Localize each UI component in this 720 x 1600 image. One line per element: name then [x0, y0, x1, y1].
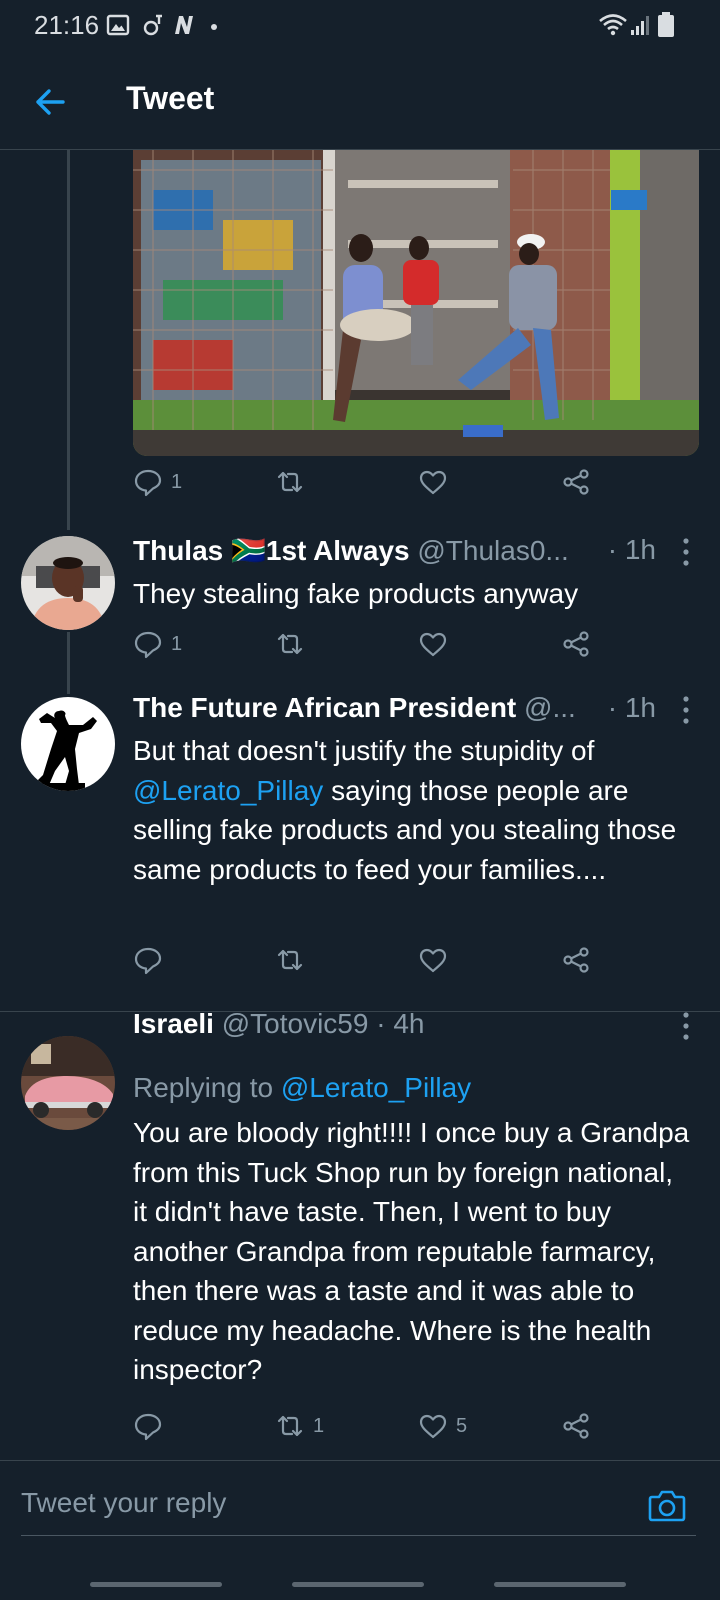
reply-icon [134, 1413, 162, 1441]
user-handle[interactable]: @Thulas0... [417, 535, 568, 566]
heart-icon [419, 470, 447, 495]
share-icon [563, 947, 589, 973]
tweet-header: The Future African President @... · 1h [133, 692, 696, 732]
signal-icon [631, 16, 649, 35]
camera-icon[interactable] [648, 1487, 686, 1523]
tweet-actions: 1 5 [133, 1406, 613, 1446]
reply-action[interactable]: 1 [133, 462, 182, 502]
retweet-icon [277, 1415, 303, 1437]
reply-count: 1 [171, 470, 183, 493]
reply-input-underline [21, 1535, 696, 1536]
tweet-text: They stealing fake products anyway [133, 578, 579, 609]
thread-line [67, 150, 70, 530]
more-options-icon[interactable] [676, 694, 696, 726]
like-action[interactable] [418, 624, 456, 664]
display-name[interactable]: Thulas 🇿🇦1st Always [133, 535, 410, 566]
avatar[interactable] [21, 536, 115, 630]
more-options-icon[interactable] [676, 1010, 696, 1042]
status-time: 21:16 [34, 10, 100, 40]
tweet-time: · 1h [607, 692, 656, 723]
tweet-actions: 1 [133, 624, 613, 664]
retweet-action[interactable] [275, 624, 313, 664]
like-action[interactable] [418, 940, 456, 980]
store-looting-photo [133, 150, 699, 456]
replying-to-label: Replying to [133, 1072, 281, 1103]
tweet-actions: 1 [133, 462, 613, 502]
retweet-action[interactable] [275, 940, 313, 980]
gallery-notification-icon [106, 14, 130, 36]
page-title: Tweet [126, 80, 215, 116]
app-bar: Tweet [0, 54, 720, 150]
reply-action[interactable] [133, 940, 171, 980]
n-app-notification-icon [175, 16, 193, 34]
reply-icon [134, 947, 162, 975]
tweet-text-part: But that doesn't justify the stupidity o… [133, 735, 595, 766]
share-icon [563, 469, 589, 495]
money-notification-icon [143, 14, 162, 36]
share-icon [563, 631, 589, 657]
avatar[interactable] [21, 697, 115, 791]
reply-action[interactable]: 1 [133, 624, 182, 664]
reply-action[interactable] [133, 1406, 171, 1446]
share-action[interactable] [561, 940, 591, 980]
battery-icon [658, 12, 674, 37]
mention-link[interactable]: @Lerato_Pillay [133, 775, 323, 806]
retweet-icon [277, 949, 303, 971]
share-action[interactable] [561, 1406, 591, 1446]
reply-count: 1 [171, 632, 183, 655]
heart-icon [419, 632, 447, 657]
tweet-actions [133, 940, 613, 980]
user-handle[interactable]: @Totovic59 [222, 1008, 369, 1039]
reply-icon [134, 469, 162, 497]
tweet-time: · 4h [376, 1008, 425, 1039]
tweet-time: · 1h [607, 534, 656, 565]
nav-back[interactable] [494, 1582, 626, 1587]
status-bar: 21:16 [0, 0, 720, 54]
heart-icon [419, 948, 447, 973]
nav-home[interactable] [292, 1582, 424, 1587]
wifi-icon [599, 14, 627, 36]
tweet-photo[interactable] [133, 150, 699, 456]
nav-recent-apps[interactable] [90, 1582, 222, 1587]
user-photo [21, 536, 115, 630]
tweet-text: But that doesn't justify the stupidity o… [133, 731, 693, 889]
share-action[interactable] [561, 624, 591, 664]
retweet-count: 1 [313, 1414, 325, 1437]
more-notifications-dot-icon [211, 24, 217, 30]
retweet-icon [277, 633, 303, 655]
more-options-icon[interactable] [676, 536, 696, 568]
tweet-text: You are bloody right!!!! I once buy a Gr… [133, 1117, 690, 1385]
like-action[interactable]: 5 [418, 1406, 467, 1446]
back-arrow-icon[interactable] [30, 82, 70, 122]
pink-car-avatar [21, 1036, 115, 1130]
retweet-action[interactable] [275, 462, 313, 502]
tweet-header: Israeli @Totovic59 · 4h [133, 1008, 696, 1048]
reply-composer: Tweet your reply [0, 1460, 720, 1571]
reply-input[interactable]: Tweet your reply [21, 1487, 226, 1519]
display-name[interactable]: Israeli [133, 1008, 214, 1039]
avatar[interactable] [21, 1036, 115, 1130]
tweet-header: Thulas 🇿🇦1st Always @Thulas0... · 1h [133, 534, 696, 574]
user-handle[interactable]: @... [524, 692, 576, 723]
replying-to-mention[interactable]: @Lerato_Pillay [281, 1072, 471, 1103]
display-name[interactable]: The Future African President [133, 692, 516, 723]
share-icon [563, 1413, 589, 1439]
heart-icon [419, 1414, 447, 1439]
thread-line [67, 632, 70, 694]
system-nav-bar [0, 1570, 720, 1600]
replying-to: Replying to @Lerato_Pillay [133, 1072, 471, 1104]
silhouette-avatar [21, 697, 115, 791]
retweet-action[interactable]: 1 [275, 1406, 324, 1446]
retweet-icon [277, 471, 303, 493]
like-count: 5 [456, 1414, 468, 1437]
like-action[interactable] [418, 462, 456, 502]
reply-icon [134, 631, 162, 659]
share-action[interactable] [561, 462, 591, 502]
